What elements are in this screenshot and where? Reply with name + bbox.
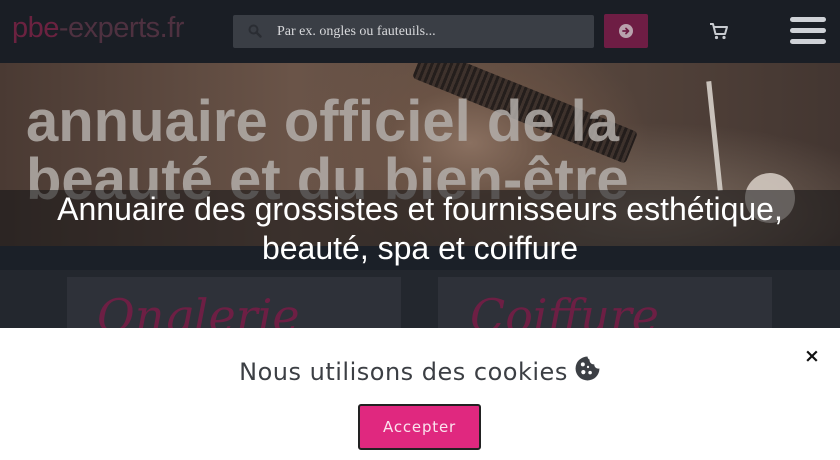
logo-part-1: pbe [12,12,59,44]
search-input[interactable] [277,15,577,48]
cookie-banner-title: Nous utilisons des cookies [0,355,840,386]
hero-subtitle: Annuaire des grossistes et fournisseurs … [57,191,783,266]
close-icon[interactable]: × [803,347,821,366]
search-bar [233,15,594,48]
logo-part-2: -experts.fr [58,12,185,44]
site-header: pbe-experts.fr [0,0,840,63]
hamburger-menu-icon[interactable] [790,17,826,47]
scissors-image [706,81,723,191]
shopping-cart-icon[interactable] [709,21,729,41]
search-submit-button[interactable] [604,14,648,48]
cookie-banner: Nous utilisons des cookies × Accepter [0,328,840,460]
search-icon [248,24,262,38]
arrow-circle-right-icon [619,24,633,38]
site-logo[interactable]: pbe-experts.fr [12,12,184,45]
cookie-icon [575,356,600,381]
cookie-title-text: Nous utilisons des cookies [239,358,568,386]
accept-cookies-button[interactable]: Accepter [358,404,481,450]
